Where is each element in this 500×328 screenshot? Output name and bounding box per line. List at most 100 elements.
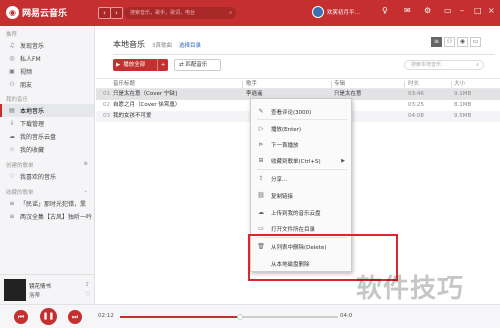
sidebar-item-playlist[interactable]: ≡ 「民谣」那时光犯错，熏	[0, 197, 94, 210]
like-icon[interactable]: ♡	[85, 291, 90, 298]
settings-icon[interactable]: ⚙	[424, 6, 431, 15]
menu-item-label: 上传到我的音乐云盘	[271, 210, 321, 217]
submenu-arrow-icon: ▶	[341, 157, 345, 164]
list-view-icon[interactable]: ≡	[431, 37, 442, 47]
sidebar-section-created: 创建的歌单 ⊕	[0, 156, 94, 170]
now-playing[interactable]: 镜花情书 洛蒂 ⇪ ♡	[0, 274, 95, 304]
local-search-placeholder: 搜索本地音乐	[411, 62, 442, 68]
sidebar-section-collected: 收藏的歌单 ⌄	[0, 183, 94, 197]
sidebar-item-label: 「民谣」那时光犯错，熏	[20, 201, 87, 208]
menu-item-label: 收藏到歌单(Ctrl+S)	[271, 158, 321, 165]
row-size: 9.1MB	[454, 91, 472, 97]
search-icon[interactable]: ⌕	[476, 61, 479, 69]
sidebar-section-recommend: 推荐	[6, 32, 18, 38]
app-logo[interactable]: ◉ 网易云音乐	[6, 6, 67, 19]
sidebar-item-playlist[interactable]: ≡ 两汉全集【古风】独听一吟	[0, 210, 94, 223]
add-folder-icon: ⊞	[258, 157, 264, 164]
current-time: 02:12	[98, 313, 114, 319]
folder-view-icon[interactable]: ▭	[470, 37, 481, 47]
menu-item-add-to-playlist[interactable]: ⊞ 收藏到歌单(Ctrl+S) ▶	[251, 154, 351, 167]
sidebar-item-cloud[interactable]: ☁ 我的音乐云盘	[0, 130, 94, 143]
progress-bar[interactable]	[120, 314, 338, 320]
sidebar-item-liked[interactable]: ♡ 我喜欢的音乐	[0, 170, 94, 183]
collapse-icon[interactable]: ⌄	[83, 188, 88, 196]
close-icon[interactable]: ×	[488, 6, 495, 15]
sidebar-item-label: 我的收藏	[20, 147, 45, 154]
row-index: 01	[103, 91, 110, 97]
row-time: 03:25	[408, 102, 424, 108]
menu-item-label: 播放(Enter)	[271, 126, 302, 133]
menu-item-copy-link[interactable]: ⛓ 复制链接	[251, 189, 351, 202]
row-index: 03	[103, 113, 110, 119]
album-cover[interactable]	[4, 279, 26, 301]
sidebar-item-discover[interactable]: ♫ 发现音乐	[0, 39, 94, 52]
sidebar-item-label: 我喜欢的音乐	[20, 174, 57, 181]
match-music-button[interactable]: ⇄ 匹配音乐	[174, 59, 221, 71]
mini-mode-icon[interactable]: ▭	[444, 6, 452, 15]
progress-fill	[120, 316, 240, 318]
search-icon[interactable]: ⌕	[229, 7, 232, 19]
menu-item-label: 复制链接	[271, 193, 294, 200]
sidebar-item-local-music[interactable]: ▤ 本地音乐	[0, 104, 94, 117]
search-input[interactable]: 搜索音乐，歌手，歌词，电台 ⌕	[124, 7, 236, 19]
menu-item-share[interactable]: ⇪ 分享...	[251, 172, 351, 185]
sidebar-item-label: 发现音乐	[20, 43, 45, 50]
sidebar-item-label: 两汉全集【古风】独听一吟	[20, 214, 93, 221]
share-icon[interactable]: ⇪	[85, 281, 90, 288]
heart-icon: ♡	[9, 173, 15, 180]
add-to-queue-icon[interactable]: +	[157, 59, 168, 71]
download-icon: ⇩	[9, 120, 15, 127]
search-placeholder: 搜索音乐，歌手，歌词，电台	[130, 10, 196, 16]
skin-icon[interactable]: ♀	[382, 6, 388, 15]
sidebar-item-collection[interactable]: ☆ 我的收藏	[0, 143, 94, 156]
menu-item-label: 打开文件所在目录	[271, 226, 316, 233]
select-directory-link[interactable]: 选择目录	[179, 41, 201, 49]
row-size: 8.1MB	[454, 102, 472, 108]
progress-handle[interactable]	[236, 314, 243, 320]
pause-button[interactable]: ❚❚	[40, 308, 57, 325]
menu-item-upload-cloud[interactable]: ☁ 上传到我的音乐云盘	[251, 206, 351, 219]
row-title: 我的女孩不可爱	[113, 113, 152, 119]
menu-item-label: 查看评论(3000)	[271, 109, 312, 116]
username[interactable]: 欢笑初月平…	[327, 8, 360, 16]
sidebar-item-label: 下载管理	[20, 121, 45, 128]
row-title: 只是太在意（Cover 宁缺]	[113, 91, 177, 97]
watermark-text: 软件技巧	[356, 274, 465, 304]
menu-item-play-next[interactable]: ⊳ 下一首播放	[251, 138, 351, 151]
sidebar-section-label: 创建的歌单	[6, 163, 34, 169]
view-switcher: ≡ ⚇ ◉ ▭	[431, 37, 481, 47]
table-header: 音乐标题 歌手 专辑 时长 大小	[96, 78, 500, 89]
sidebar-item-friends[interactable]: ⚇ 朋友	[0, 78, 94, 91]
match-music-label: 匹配音乐	[185, 62, 208, 68]
sidebar-item-fm[interactable]: ◎ 私人FM	[0, 52, 94, 65]
play-icon: ▶	[116, 62, 121, 68]
row-index: 02	[103, 102, 110, 108]
menu-item-play[interactable]: ▷ 播放(Enter)	[251, 122, 351, 135]
avatar[interactable]	[312, 6, 324, 18]
row-title: 自愿之月（Cover 徐霄凰）	[113, 102, 181, 108]
minimize-icon[interactable]: –	[460, 6, 464, 15]
title-bar: ◉ 网易云音乐 ‹ › 搜索音乐，歌手，歌词，电台 ⌕ 欢笑初月平… ♀ ✉ ⚙…	[0, 0, 500, 26]
radio-icon: ◎	[9, 55, 15, 62]
message-icon[interactable]: ✉	[404, 6, 411, 15]
next-button[interactable]: ⏭	[68, 310, 82, 324]
forward-button[interactable]: ›	[110, 7, 123, 19]
maximize-icon[interactable]: □	[474, 6, 482, 15]
sidebar-item-video[interactable]: ▣ 视频	[0, 65, 94, 78]
now-playing-title[interactable]: 镜花情书	[29, 282, 51, 290]
sidebar-item-downloads[interactable]: ⇩ 下载管理	[0, 117, 94, 130]
artist-view-icon[interactable]: ⚇	[444, 37, 455, 47]
play-all-button[interactable]: ▶ 播放全部 +	[113, 59, 168, 71]
friends-icon: ⚇	[9, 81, 15, 88]
now-playing-artist[interactable]: 洛蒂	[29, 291, 40, 299]
album-view-icon[interactable]: ◉	[457, 37, 468, 47]
netease-logo-icon: ◉	[6, 6, 19, 19]
add-playlist-icon[interactable]: ⊕	[83, 161, 88, 169]
sidebar-section-mymusic: 我的音乐	[6, 97, 29, 103]
previous-button[interactable]: ⏮	[14, 310, 28, 324]
local-search-input[interactable]: 搜索本地音乐 ⌕	[404, 60, 484, 70]
menu-item-comments[interactable]: ✎ 查看评论(3000)	[251, 105, 351, 118]
row-time: 04:08	[408, 113, 424, 119]
sidebar-item-label: 朋友	[20, 82, 33, 89]
play-icon: ▷	[258, 125, 264, 132]
